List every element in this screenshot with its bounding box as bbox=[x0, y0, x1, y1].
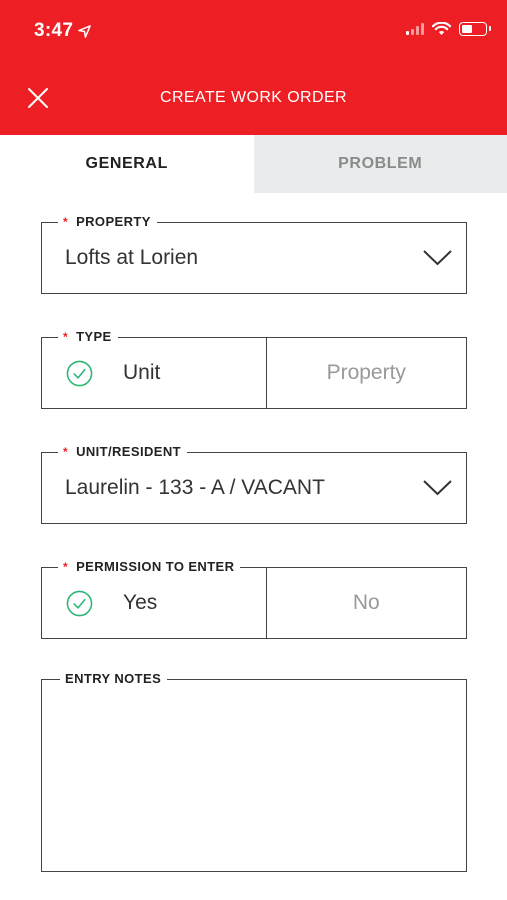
chevron-down-icon bbox=[423, 250, 452, 266]
permission-field: * PERMISSION TO ENTER Yes No bbox=[41, 559, 467, 639]
time-text: 3:47 bbox=[34, 20, 74, 41]
status-bar: 3:47 bbox=[0, 0, 507, 60]
type-option-unit[interactable]: Unit bbox=[42, 338, 266, 408]
property-field: * PROPERTY Lofts at Lorien bbox=[41, 214, 467, 294]
check-circle-icon bbox=[66, 590, 93, 616]
entry-notes-textarea[interactable] bbox=[42, 680, 466, 871]
permission-option-no-label: No bbox=[352, 591, 380, 614]
unit-resident-select[interactable]: Laurelin - 133 - A / VACANT bbox=[42, 453, 466, 523]
permission-option-no[interactable]: No bbox=[265, 568, 467, 638]
permission-option-yes[interactable]: Yes bbox=[42, 568, 266, 638]
type-label: * TYPE bbox=[58, 329, 118, 345]
permission-option-yes-label: Yes bbox=[123, 591, 158, 614]
property-select[interactable]: Lofts at Lorien bbox=[42, 223, 466, 293]
unit-resident-field: * UNIT/RESIDENT Laurelin - 133 - A / VACA… bbox=[41, 444, 467, 524]
required-asterisk: * bbox=[63, 330, 69, 344]
wifi-icon bbox=[432, 22, 451, 35]
tab-general[interactable]: GENERAL bbox=[0, 135, 254, 193]
chevron-down-icon bbox=[423, 480, 452, 496]
status-icons bbox=[406, 22, 491, 36]
permission-segmented-control: Yes No bbox=[42, 568, 466, 638]
unit-resident-value: Laurelin - 133 - A / VACANT bbox=[65, 476, 325, 499]
required-asterisk: * bbox=[63, 560, 69, 574]
type-option-property[interactable]: Property bbox=[265, 338, 467, 408]
property-value: Lofts at Lorien bbox=[65, 246, 199, 269]
permission-label: * PERMISSION TO ENTER bbox=[58, 559, 241, 575]
cellular-signal-icon bbox=[406, 23, 424, 35]
type-option-unit-label: Unit bbox=[123, 361, 161, 384]
tab-problem[interactable]: PROBLEM bbox=[253, 135, 507, 193]
check-circle-icon bbox=[66, 360, 93, 386]
type-option-property-label: Property bbox=[326, 361, 406, 384]
app-header: 3:47 CREATE WORK ORDER bbox=[0, 0, 507, 135]
type-field: * TYPE Unit Property bbox=[41, 329, 467, 409]
entry-notes-label: ENTRY NOTES bbox=[60, 671, 168, 687]
property-label: * PROPERTY bbox=[58, 214, 157, 230]
entry-notes-field: ENTRY NOTES bbox=[41, 671, 467, 872]
type-segmented-control: Unit Property bbox=[42, 338, 466, 408]
battery-icon bbox=[459, 22, 491, 36]
status-time: 3:47 bbox=[34, 20, 92, 42]
page-title: CREATE WORK ORDER bbox=[160, 89, 347, 106]
tab-bar: GENERAL PROBLEM bbox=[0, 135, 507, 193]
required-asterisk: * bbox=[63, 215, 69, 229]
unit-resident-label: * UNIT/RESIDENT bbox=[58, 444, 187, 460]
location-arrow-icon bbox=[78, 24, 92, 38]
required-asterisk: * bbox=[63, 445, 69, 459]
